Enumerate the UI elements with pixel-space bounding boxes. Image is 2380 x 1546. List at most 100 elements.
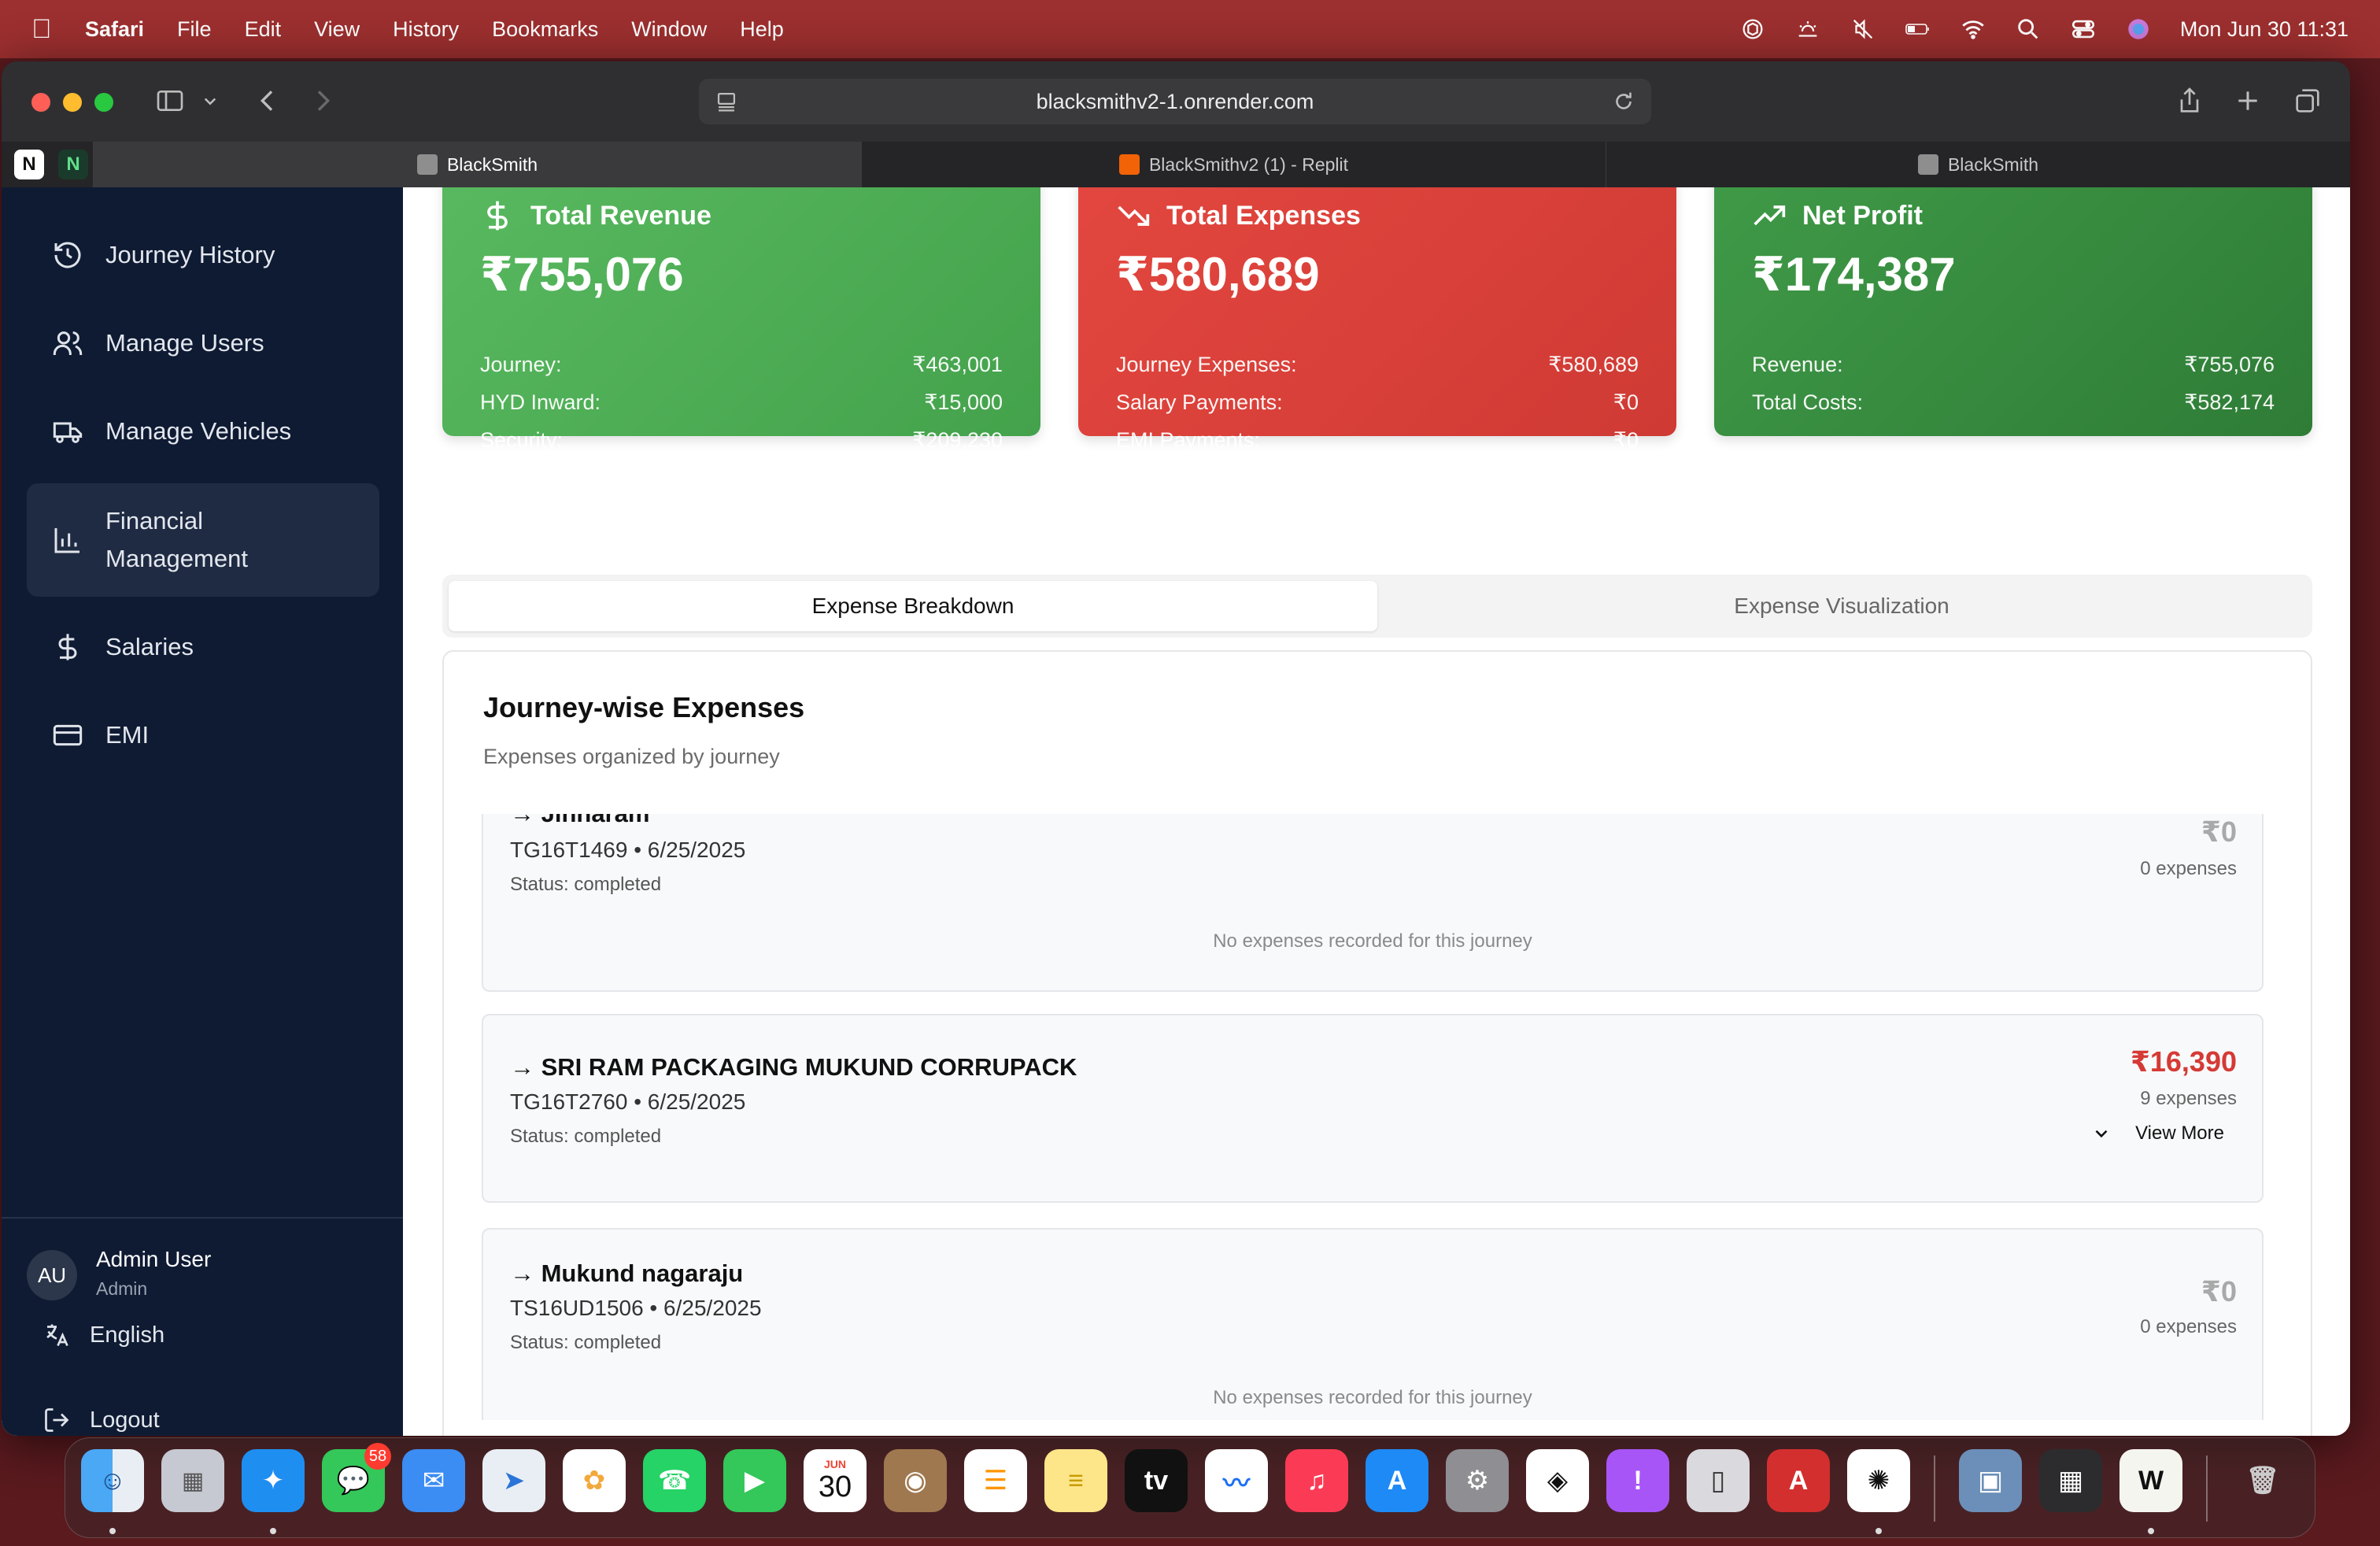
journey-list[interactable]: → Jinnaram TG16T1469 • 6/25/2025 Status:… xyxy=(482,814,2264,1420)
notes-icon[interactable]: ≡ xyxy=(1044,1449,1107,1512)
chatgpt-icon[interactable]: ✺ xyxy=(1847,1449,1910,1512)
address-bar[interactable]: blacksmithv2-1.onrender.com xyxy=(699,79,1651,124)
forward-icon[interactable] xyxy=(304,83,342,118)
reload-icon[interactable] xyxy=(1610,88,1637,115)
chevron-down-icon[interactable] xyxy=(198,83,222,118)
user-name: Admin User xyxy=(96,1247,212,1271)
launchpad-icon[interactable]: ▦ xyxy=(161,1449,224,1512)
freeform-icon[interactable]: 〰 xyxy=(1205,1449,1268,1512)
journey-expense-count: 0 expenses xyxy=(2140,858,2237,879)
apple-icon[interactable]:  xyxy=(31,16,55,43)
sidebar-item-salaries[interactable]: Salaries xyxy=(27,611,379,683)
new-tab-icon[interactable] xyxy=(2229,83,2267,118)
translate-icon xyxy=(46,1324,68,1347)
menu-edit[interactable]: Edit xyxy=(245,17,282,42)
running-indicator xyxy=(109,1528,116,1534)
tab-replit[interactable]: BlackSmithv2 (1) - Replit xyxy=(861,142,1606,187)
facetime-icon[interactable]: ▶ xyxy=(723,1449,786,1512)
chatgpt-status-icon[interactable] xyxy=(1739,16,1766,43)
menu-help[interactable]: Help xyxy=(740,17,784,42)
card-row: Journey Expenses: ₹580,689 xyxy=(1116,353,1639,377)
trending-down-icon xyxy=(1118,205,1150,226)
photos-icon[interactable]: ✿ xyxy=(563,1449,626,1512)
trash-icon[interactable]: 🗑 xyxy=(2231,1449,2294,1512)
contacts-icon[interactable]: ◉ xyxy=(884,1449,947,1512)
tab-expense-breakdown[interactable]: Expense Breakdown xyxy=(449,581,1377,631)
feedback-icon[interactable]: ! xyxy=(1606,1449,1669,1512)
spotlight-search-icon[interactable] xyxy=(2015,16,2042,43)
control-center-icon[interactable] xyxy=(2070,16,2097,43)
calendar-day: 30 xyxy=(818,1470,852,1503)
brightness-icon[interactable] xyxy=(1794,16,1821,43)
sidebar-item-financial-management[interactable]: Financial Management xyxy=(27,483,379,597)
menu-view[interactable]: View xyxy=(314,17,360,42)
chevron-down-icon xyxy=(2095,1130,2108,1138)
system-settings-icon[interactable]: ⚙ xyxy=(1446,1449,1509,1512)
logout-label: Logout xyxy=(90,1407,160,1433)
journey-card[interactable]: → SRI RAM PACKAGING MUKUND CORRUPACK TG1… xyxy=(482,1014,2264,1203)
sidebar-item-manage-vehicles[interactable]: Manage Vehicles xyxy=(27,395,379,468)
preview-icon[interactable]: ▣ xyxy=(1959,1449,2022,1512)
sidebar-item-journey-history[interactable]: Journey History xyxy=(27,219,379,291)
language-selector[interactable]: English xyxy=(42,1321,164,1349)
dock-separator xyxy=(2206,1455,2208,1522)
safari-icon[interactable]: ✦ xyxy=(242,1449,305,1512)
cube-app-icon[interactable]: ◈ xyxy=(1526,1449,1589,1512)
tab-expense-visualization[interactable]: Expense Visualization xyxy=(1377,581,2306,631)
battery-icon[interactable] xyxy=(1905,16,1931,43)
sidebar-item-manage-users[interactable]: Manage Users xyxy=(27,307,379,379)
mail-icon[interactable]: ✉ xyxy=(402,1449,465,1512)
menu-bookmarks[interactable]: Bookmarks xyxy=(492,17,598,42)
siri-icon[interactable] xyxy=(2125,16,2152,43)
pinned-tab-green-icon[interactable]: N xyxy=(58,150,88,179)
finder-icon[interactable]: ☺ xyxy=(81,1449,144,1512)
close-window-button[interactable] xyxy=(31,93,50,112)
tab-overview-icon[interactable] xyxy=(2289,83,2326,118)
apple-tv-icon[interactable]: tv xyxy=(1125,1449,1188,1512)
whatsapp-icon[interactable]: ☎ xyxy=(643,1449,706,1512)
view-more-label: View More xyxy=(2135,1123,2224,1144)
back-icon[interactable] xyxy=(249,83,286,118)
card-row: Salary Payments: ₹0 xyxy=(1116,390,1639,415)
calendar-icon[interactable]: JUN 30 xyxy=(804,1449,867,1512)
music-icon[interactable]: ♫ xyxy=(1285,1449,1348,1512)
row-value: ₹755,076 xyxy=(2184,353,2275,376)
page-menu-icon[interactable] xyxy=(713,88,740,115)
avatar[interactable]: AU xyxy=(27,1250,77,1300)
zoom-window-button[interactable] xyxy=(94,93,113,112)
journey-card[interactable]: → Mukund nagaraju TS16UD1506 • 6/25/2025… xyxy=(482,1228,2264,1420)
warp-app-icon[interactable]: W xyxy=(2119,1449,2182,1512)
browser-toolbar: blacksmithv2-1.onrender.com xyxy=(2,61,2350,142)
menu-bar:  Safari File Edit View History Bookmark… xyxy=(0,0,2380,58)
journey-card[interactable]: → Jinnaram TG16T1469 • 6/25/2025 Status:… xyxy=(482,814,2264,992)
menu-history[interactable]: History xyxy=(393,17,459,42)
app-store-icon[interactable]: A xyxy=(1366,1449,1428,1512)
menu-app-name[interactable]: Safari xyxy=(85,17,144,42)
share-icon[interactable] xyxy=(2171,83,2208,118)
minimize-window-button[interactable] xyxy=(63,93,82,112)
sidebar-toggle-icon[interactable] xyxy=(151,83,189,118)
iphone-mirroring-icon[interactable]: ▯ xyxy=(1687,1449,1750,1512)
wifi-icon[interactable] xyxy=(1960,16,1986,43)
menu-window[interactable]: Window xyxy=(631,17,707,42)
pinned-tab-notion-icon[interactable]: N xyxy=(14,150,44,179)
tab-blacksmith-active[interactable]: BlackSmith xyxy=(93,142,861,187)
users-icon xyxy=(53,331,83,355)
total-revenue-card: Total Revenue ₹755,076 Journey: ₹463,001 … xyxy=(442,187,1040,452)
reminders-icon[interactable]: ☰ xyxy=(964,1449,1027,1512)
card-title: Total Revenue xyxy=(480,198,711,233)
tab-blacksmith-2[interactable]: BlackSmith xyxy=(1606,142,2350,187)
running-indicator xyxy=(270,1528,276,1534)
mute-icon[interactable] xyxy=(1850,16,1876,43)
view-more-button[interactable]: View More xyxy=(2091,1123,2224,1145)
sidebar-item-label: EMI xyxy=(105,721,150,749)
journey-meta: TG16T2760 • 6/25/2025 xyxy=(510,1089,746,1114)
calculator-icon[interactable]: ▦ xyxy=(2039,1449,2102,1512)
url-text[interactable]: blacksmithv2-1.onrender.com xyxy=(1037,90,1314,114)
logout-button[interactable]: Logout xyxy=(42,1406,160,1434)
maps-icon[interactable]: ➤ xyxy=(482,1449,545,1512)
sidebar-item-emi[interactable]: EMI xyxy=(27,699,379,771)
menu-clock[interactable]: Mon Jun 30 11:31 xyxy=(2180,17,2349,42)
autocad-icon[interactable]: A xyxy=(1767,1449,1830,1512)
menu-file[interactable]: File xyxy=(177,17,212,42)
